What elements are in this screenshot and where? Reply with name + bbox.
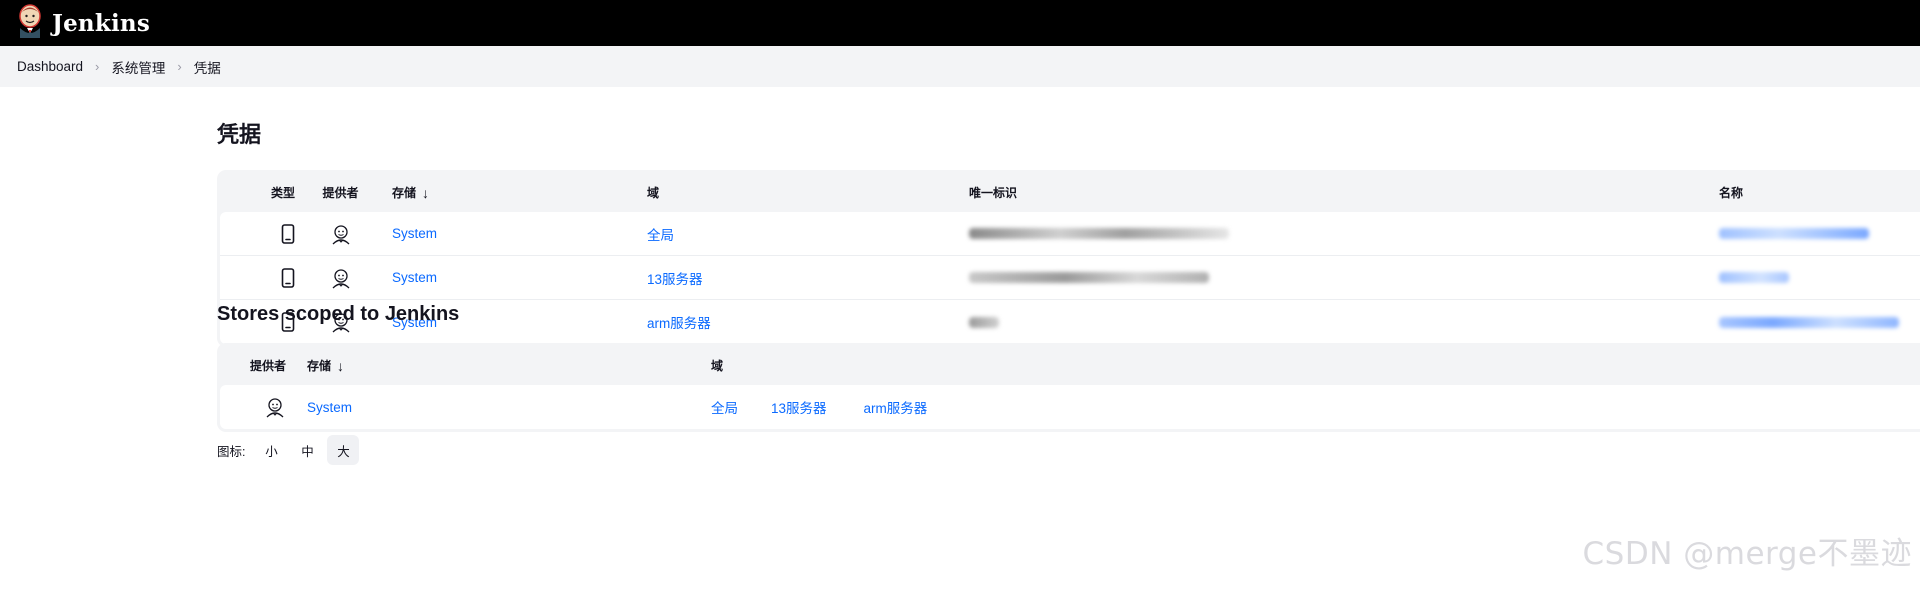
column-store-label: 存储 — [392, 186, 417, 200]
domain-link[interactable]: 13服务器 — [647, 268, 703, 288]
credential-id-obscured — [969, 272, 1719, 283]
credential-name-obscured[interactable] — [1719, 228, 1919, 239]
column-domain[interactable]: 域 — [647, 184, 969, 201]
column-name[interactable]: 名称 — [1719, 184, 1919, 201]
table-row: System 13服务器 — [220, 256, 1920, 300]
page-title: 凭据 — [217, 122, 262, 147]
table-body: System 全局 System 13服务器 System arm服务器 — [220, 212, 1920, 344]
domain-link-13-server[interactable]: 13服务器 — [771, 397, 827, 417]
jenkins-butler-icon — [16, 3, 44, 43]
breadcrumb: Dashboard › 系统管理 › 凭据 — [0, 46, 1920, 87]
jenkins-user-icon — [220, 396, 286, 418]
credentials-table: 类型 提供者 存储 ↓ 域 唯一标识 名称 System 全局 System 1… — [217, 170, 1920, 347]
icon-size-small[interactable]: 小 — [255, 435, 287, 465]
icon-size-large[interactable]: 大 — [327, 435, 360, 465]
mobile-device-icon — [220, 267, 295, 288]
credential-name-obscured[interactable] — [1719, 316, 1919, 328]
jenkins-home-link[interactable]: Jenkins — [16, 3, 150, 43]
sort-down-icon: ↓ — [422, 184, 430, 201]
column-domain[interactable]: 域 — [711, 357, 1411, 374]
domain-link-arm-server[interactable]: arm服务器 — [864, 397, 928, 417]
breadcrumb-credentials[interactable]: 凭据 — [194, 57, 221, 77]
mobile-device-icon — [220, 223, 295, 244]
table-row: System 全局 — [220, 212, 1920, 256]
column-provider[interactable]: 提供者 — [295, 184, 373, 201]
domain-link[interactable]: 全局 — [647, 224, 674, 244]
credential-id-obscured — [969, 316, 1719, 328]
table-row: System 全局 13服务器 arm服务器 — [220, 385, 1920, 429]
breadcrumb-system-management[interactable]: 系统管理 — [111, 57, 165, 77]
column-type[interactable]: 类型 — [220, 184, 295, 201]
table-body: System 全局 13服务器 arm服务器 — [220, 385, 1920, 429]
store-link[interactable]: System — [307, 400, 352, 415]
column-store[interactable]: 存储 ↓ — [286, 357, 711, 374]
domain-link-global[interactable]: 全局 — [711, 397, 738, 417]
watermark: CSDN @merge不墨迹 — [1582, 536, 1912, 572]
jenkins-user-icon — [295, 223, 373, 245]
credential-name-obscured[interactable] — [1719, 272, 1919, 283]
stores-table: 提供者 存储 ↓ 域 System 全局 13服务器 arm服务器 — [217, 343, 1920, 432]
column-provider[interactable]: 提供者 — [220, 357, 286, 374]
top-header: Jenkins — [0, 0, 1920, 46]
credential-id-obscured — [969, 228, 1719, 239]
chevron-right-icon: › — [95, 59, 100, 74]
store-link[interactable]: System — [392, 226, 437, 241]
domain-link[interactable]: arm服务器 — [647, 312, 711, 332]
app-name: Jenkins — [52, 9, 150, 37]
column-id[interactable]: 唯一标识 — [969, 184, 1719, 201]
icon-size-medium[interactable]: 中 — [291, 435, 323, 465]
icon-size-label: 图标: — [217, 444, 246, 459]
table-header: 提供者 存储 ↓ 域 — [220, 346, 1920, 385]
table-row: System arm服务器 — [220, 300, 1920, 344]
column-store[interactable]: 存储 ↓ — [373, 184, 647, 201]
jenkins-user-icon — [295, 267, 373, 289]
column-store-label: 存储 — [307, 359, 332, 373]
icon-size-selector: 图标: 小 中 大 — [217, 435, 360, 465]
stores-section-title: Stores scoped to Jenkins — [217, 303, 460, 325]
breadcrumb-dashboard[interactable]: Dashboard — [17, 59, 83, 74]
store-link[interactable]: System — [392, 270, 437, 285]
chevron-right-icon: › — [177, 59, 182, 74]
table-header: 类型 提供者 存储 ↓ 域 唯一标识 名称 — [220, 173, 1920, 212]
sort-down-icon: ↓ — [337, 357, 345, 374]
